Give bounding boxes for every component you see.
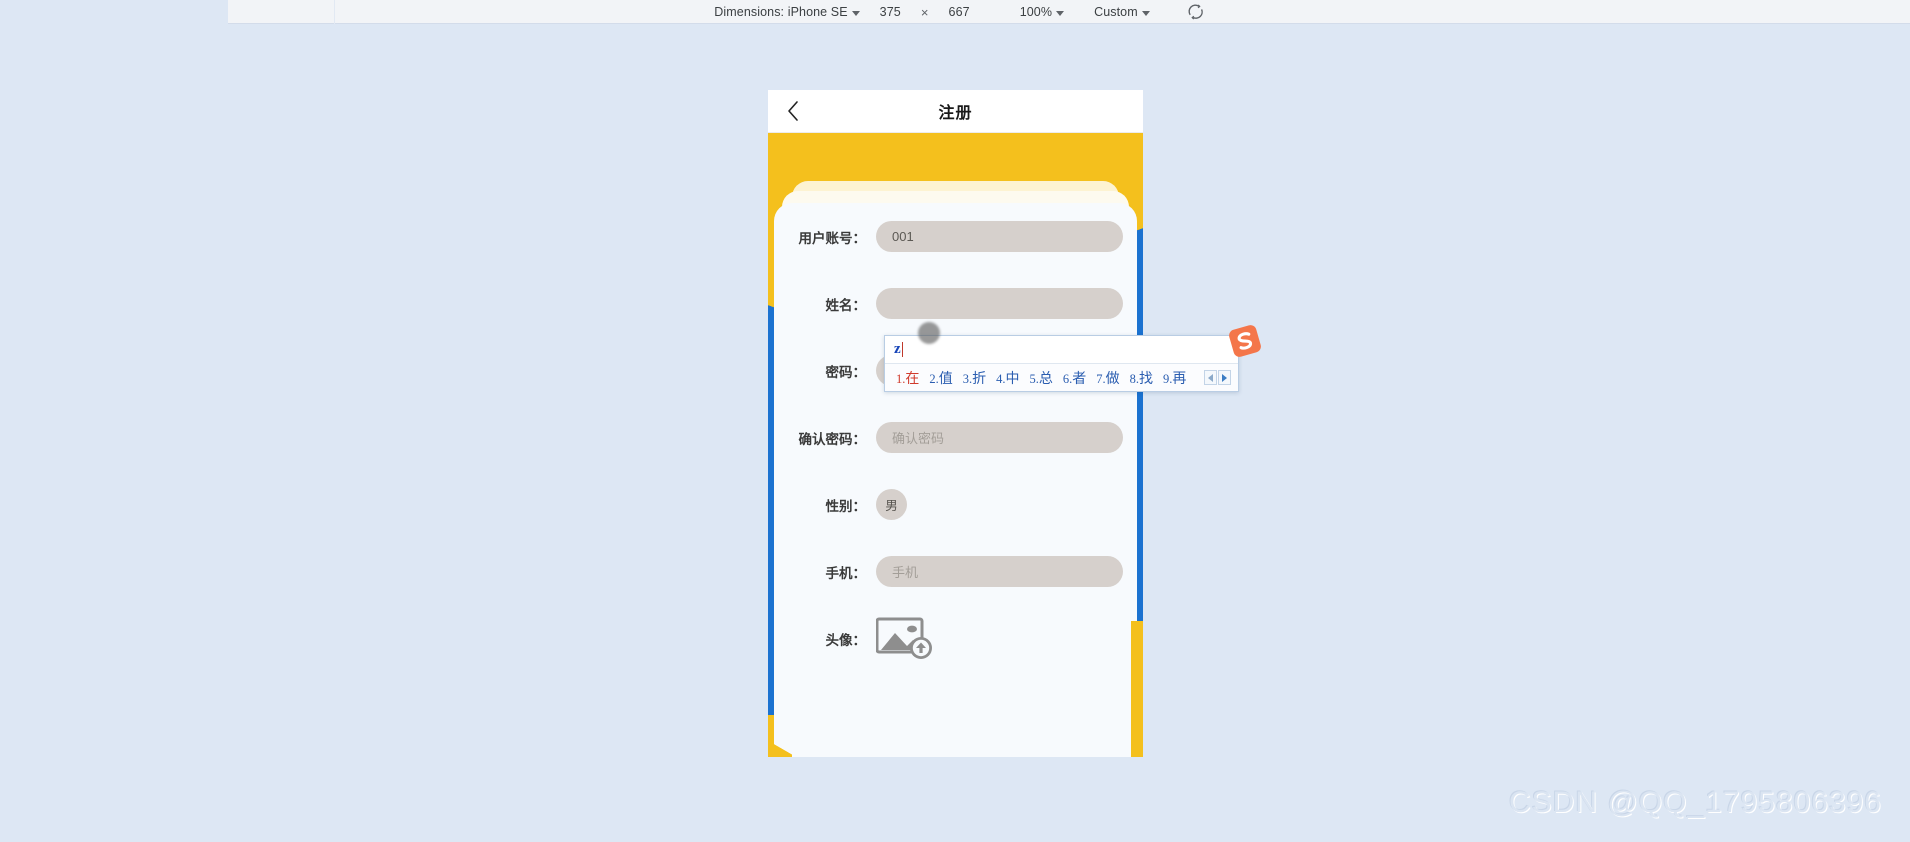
- candidate-word: 做: [1105, 371, 1120, 387]
- candidate-word: 总: [1038, 371, 1053, 387]
- input-phone[interactable]: 手机: [876, 556, 1123, 587]
- ime-candidate-9[interactable]: 9.再: [1159, 368, 1190, 388]
- devtools-device-toolbar: Dimensions: iPhone SE 375 × 667 100% Cus…: [0, 0, 1910, 24]
- candidate-word: 在: [905, 371, 920, 387]
- device-preset-label: Dimensions: iPhone SE: [714, 5, 848, 19]
- ime-candidate-7[interactable]: 7.做: [1092, 368, 1123, 388]
- input-confirm-password[interactable]: 确认密码: [876, 422, 1123, 453]
- form-row-gender: 性别： 男: [788, 471, 1123, 538]
- ime-candidate-4[interactable]: 4.中: [992, 368, 1023, 388]
- candidate-word: 折: [972, 371, 987, 387]
- label-confirm-password: 确认密码：: [798, 431, 867, 447]
- candidate-number: 5.: [1029, 371, 1039, 386]
- throttling-selector[interactable]: Custom: [1084, 2, 1160, 22]
- ime-candidate-2[interactable]: 2.值: [925, 368, 956, 388]
- caret-down-icon: [1141, 10, 1150, 16]
- caret-down-icon: [1056, 10, 1065, 16]
- form-row-account: 用户账号： 001: [788, 203, 1123, 270]
- viewport-width-input[interactable]: 375: [866, 5, 915, 19]
- candidate-word: 再: [1172, 371, 1187, 387]
- label-avatar: 头像：: [825, 632, 867, 648]
- candidate-number: 3.: [962, 371, 973, 386]
- candidate-number: 6.: [1062, 371, 1073, 386]
- candidate-word: 找: [1139, 371, 1153, 387]
- caret-down-icon: [851, 10, 860, 16]
- input-name[interactable]: [876, 288, 1123, 319]
- ime-candidate-list: 1.在 2.值 3.折 4.中 5.总 6.者 7.做 8.找 9.再: [885, 364, 1238, 391]
- input-account[interactable]: 001: [876, 221, 1123, 252]
- input-gender[interactable]: 男: [876, 489, 907, 520]
- label-gender: 性别：: [825, 498, 867, 514]
- candidate-number: 7.: [1096, 371, 1106, 386]
- candidate-number: 9.: [1163, 371, 1173, 386]
- form-row-avatar: 头像：: [788, 605, 1123, 672]
- text-caret: [902, 342, 904, 357]
- triangle-right-icon[interactable]: [1218, 370, 1231, 385]
- candidate-word: 者: [1072, 371, 1087, 387]
- triangle-left-icon[interactable]: [1204, 370, 1217, 385]
- zoom-level-label: 100%: [1019, 5, 1053, 19]
- registration-form: 用户账号： 001 姓名： 密码： 密码 确认密码： 确认密码 性别：: [774, 203, 1137, 757]
- zoom-selector[interactable]: 100%: [1010, 2, 1074, 22]
- dimension-separator: ×: [920, 4, 929, 20]
- mouse-cursor-indicator: [918, 322, 940, 344]
- watermark: CSDN @QQ_1795806396: [1509, 786, 1882, 819]
- rotate-device-icon[interactable]: [1186, 2, 1206, 22]
- form-row-name: 姓名：: [788, 270, 1123, 337]
- ime-candidate-5[interactable]: 5.总: [1026, 368, 1057, 388]
- throttling-label: Custom: [1094, 5, 1138, 19]
- sogou-logo-icon: [1228, 324, 1262, 358]
- label-account: 用户账号：: [798, 230, 867, 246]
- candidate-number: 1.: [896, 371, 906, 386]
- page-title: 注册: [938, 105, 973, 122]
- toolbar-controls: Dimensions: iPhone SE 375 × 667 100% Cus…: [704, 0, 1205, 24]
- form-row-confirm-password: 确认密码： 确认密码: [788, 404, 1123, 471]
- register-page-body: 用户账号： 001 姓名： 密码： 密码 确认密码： 确认密码 性别：: [768, 133, 1143, 757]
- emulation-canvas: 注册 用户账号： 001 姓名： 密码： 确认密码： 确认密码 性别： 男 手机…: [0, 24, 1910, 842]
- form-row-phone: 手机： 手机: [788, 538, 1123, 605]
- back-chevron-icon[interactable]: [780, 98, 806, 124]
- sogou-ime-popup[interactable]: z 1.在 2.值 3.折 4.中 5.总 6.者 7.做 8.找 9.再: [884, 325, 1261, 392]
- ime-candidate-3[interactable]: 3.折: [959, 368, 990, 388]
- candidate-word: 中: [1005, 371, 1020, 387]
- candidate-number: 4.: [996, 371, 1006, 386]
- label-phone: 手机：: [825, 565, 867, 581]
- candidate-number: 8.: [1129, 371, 1139, 386]
- device-preset-selector[interactable]: Dimensions: iPhone SE: [704, 2, 865, 22]
- ime-candidate-1[interactable]: 1.在: [892, 368, 923, 388]
- candidate-word: 值: [938, 371, 953, 387]
- phone-viewport: 注册 用户账号： 001 姓名： 密码： 确认密码： 确认密码 性别： 男 手机…: [768, 90, 1143, 757]
- candidate-number: 2.: [929, 371, 939, 386]
- ime-pager: [1200, 370, 1231, 385]
- app-header: 注册: [768, 90, 1143, 133]
- viewport-height-input[interactable]: 667: [935, 5, 984, 19]
- ime-composition-field[interactable]: z: [885, 336, 1238, 364]
- label-name: 姓名：: [825, 297, 867, 313]
- ime-candidate-6[interactable]: 6.者: [1059, 368, 1090, 388]
- label-password: 密码：: [825, 364, 867, 380]
- image-upload-icon[interactable]: [875, 617, 938, 661]
- ime-candidate-8[interactable]: 8.找: [1126, 368, 1157, 388]
- ime-typed-text: z: [894, 341, 902, 357]
